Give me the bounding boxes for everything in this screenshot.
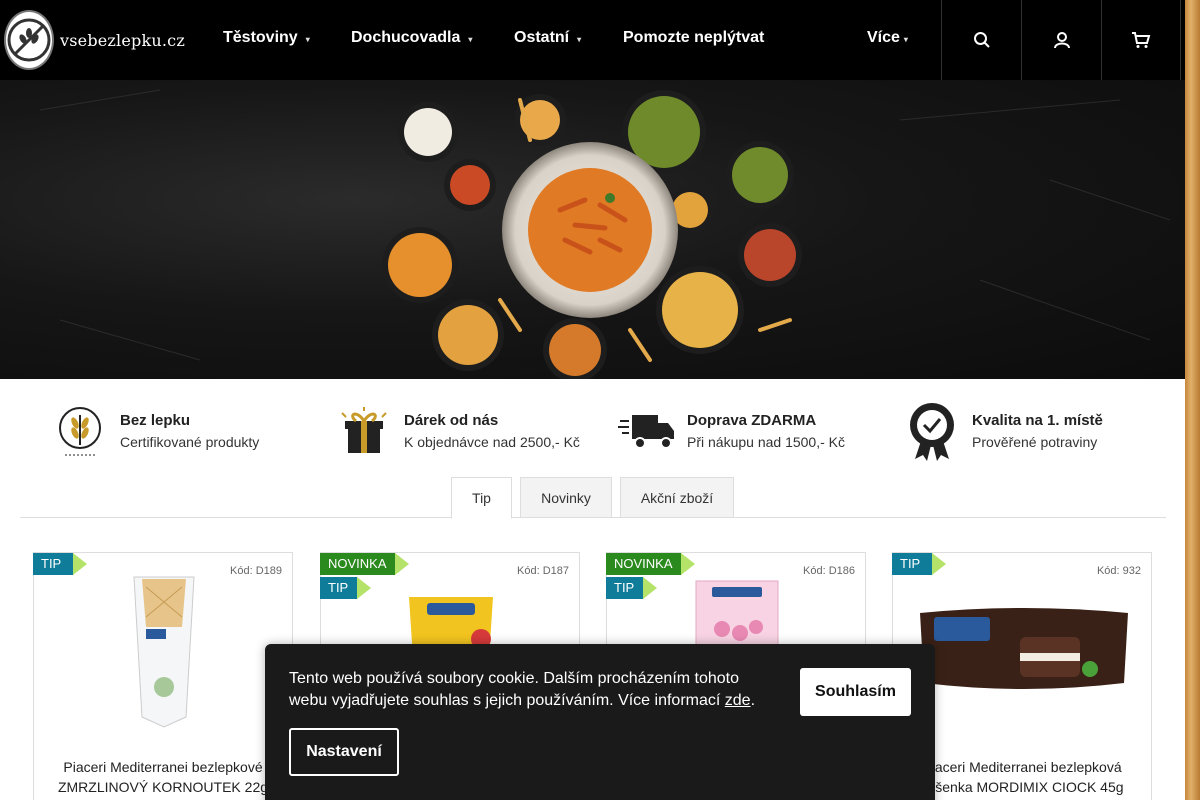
hero-banner[interactable] xyxy=(0,80,1185,379)
page-edge xyxy=(1185,0,1200,800)
product-code: Kód: D186 xyxy=(803,565,855,577)
page: vsebezlepku.cz Těstoviny ▾ Dochucovadla ▾ … xyxy=(0,0,1185,800)
accept-cookies-button[interactable]: Souhlasím xyxy=(800,668,911,716)
benefit-quality: Kvalita na 1. místě Prověřené potraviny xyxy=(902,396,1103,466)
tab-akcni-zbozi[interactable]: Akční zboží xyxy=(620,477,734,518)
login-button[interactable] xyxy=(1021,0,1101,80)
nav-label: Dochucovadla xyxy=(351,29,461,46)
user-icon xyxy=(1053,32,1070,49)
cookie-consent-dialog: Tento web používá soubory cookie. Dalším… xyxy=(265,644,935,800)
cart-button[interactable] xyxy=(1101,0,1181,80)
nav-vice[interactable]: Více ▾ xyxy=(867,29,908,47)
tab-tip[interactable]: Tip xyxy=(451,477,512,519)
hero-pasta-image xyxy=(39,89,1171,379)
benefit-title: Bez lepku xyxy=(120,412,191,429)
logo-emblem-icon xyxy=(4,10,54,70)
product-name[interactable]: Piaceri Mediterranei bezlepková sušenka … xyxy=(903,757,1141,797)
product-image[interactable] xyxy=(692,579,782,649)
cookie-settings-button[interactable]: Nastavení xyxy=(289,728,399,776)
benefit-subtitle: Prověřené potraviny xyxy=(972,434,1098,450)
benefit-subtitle: Certifikované produkty xyxy=(120,434,260,450)
product-image[interactable] xyxy=(920,603,1128,693)
wheat-badge-icon xyxy=(50,401,110,461)
product-name[interactable]: Piaceri Mediterranei bezlepkové ZMRZLINO… xyxy=(44,757,282,800)
product-card[interactable]: TIP Kód: D189 Piaceri Mediterranei bezle… xyxy=(33,552,293,800)
nav-dochucovadla[interactable]: Dochucovadla ▾ xyxy=(351,29,472,47)
cookie-message: Tento web používá soubory cookie. Dalším… xyxy=(289,668,769,712)
search-icon xyxy=(973,32,990,48)
truck-icon xyxy=(617,401,677,461)
flag-tip: TIP xyxy=(320,577,371,599)
cart-icon xyxy=(1132,32,1151,48)
cookie-text: Tento web používá soubory cookie. Dalším… xyxy=(289,670,740,709)
benefit-subtitle: Při nákupu nad 1500,- Kč xyxy=(687,434,845,450)
product-code: Kód: D187 xyxy=(517,565,569,577)
nav-label: Těstoviny xyxy=(223,29,298,46)
product-code: Kód: D189 xyxy=(230,565,282,577)
benefit-gluten-free: Bez lepku Certifikované produkty xyxy=(50,396,259,466)
benefit-title: Doprava ZDARMA xyxy=(687,412,817,429)
chevron-down-icon: ▾ xyxy=(903,35,908,44)
cookie-info-link[interactable]: zde xyxy=(725,692,751,709)
nav-label: Více xyxy=(867,29,900,46)
product-code: Kód: 932 xyxy=(1096,565,1141,577)
tab-novinky[interactable]: Novinky xyxy=(520,477,612,518)
cookie-text-end: . xyxy=(750,692,756,709)
nav-pomozte-neplytvat[interactable]: Pomozte neplýtvat xyxy=(623,29,764,47)
chevron-down-icon: ▾ xyxy=(577,35,582,44)
flag-novinka: NOVINKA xyxy=(606,553,695,575)
nav-ostatni[interactable]: Ostatní ▾ xyxy=(514,29,581,47)
search-button[interactable] xyxy=(941,0,1021,80)
nav-label: Ostatní xyxy=(514,29,570,46)
logo-text: vsebezlepku.cz xyxy=(60,30,185,50)
chevron-down-icon: ▾ xyxy=(468,35,473,44)
flag-tip: TIP xyxy=(892,553,946,575)
flag-novinka: NOVINKA xyxy=(320,553,409,575)
chevron-down-icon: ▾ xyxy=(305,35,310,44)
logo[interactable]: vsebezlepku.cz xyxy=(4,10,185,70)
nav-label: Pomozte neplýtvat xyxy=(623,29,765,46)
nav-testoviny[interactable]: Těstoviny ▾ xyxy=(223,29,310,47)
flag-tip: TIP xyxy=(33,553,87,575)
benefit-title: Dárek od nás xyxy=(404,412,499,429)
header: vsebezlepku.cz Těstoviny ▾ Dochucovadla ▾ … xyxy=(0,0,1185,80)
product-image[interactable] xyxy=(124,567,204,729)
benefit-shipping: Doprava ZDARMA Při nákupu nad 1500,- Kč xyxy=(617,396,845,466)
benefit-title: Kvalita na 1. místě xyxy=(972,412,1103,429)
quality-badge-icon xyxy=(902,401,962,461)
benefit-gift: Dárek od nás K objednávce nad 2500,- Kč xyxy=(334,396,580,466)
gift-icon xyxy=(334,401,394,461)
benefit-subtitle: K objednávce nad 2500,- Kč xyxy=(404,434,580,450)
flag-tip: TIP xyxy=(606,577,657,599)
